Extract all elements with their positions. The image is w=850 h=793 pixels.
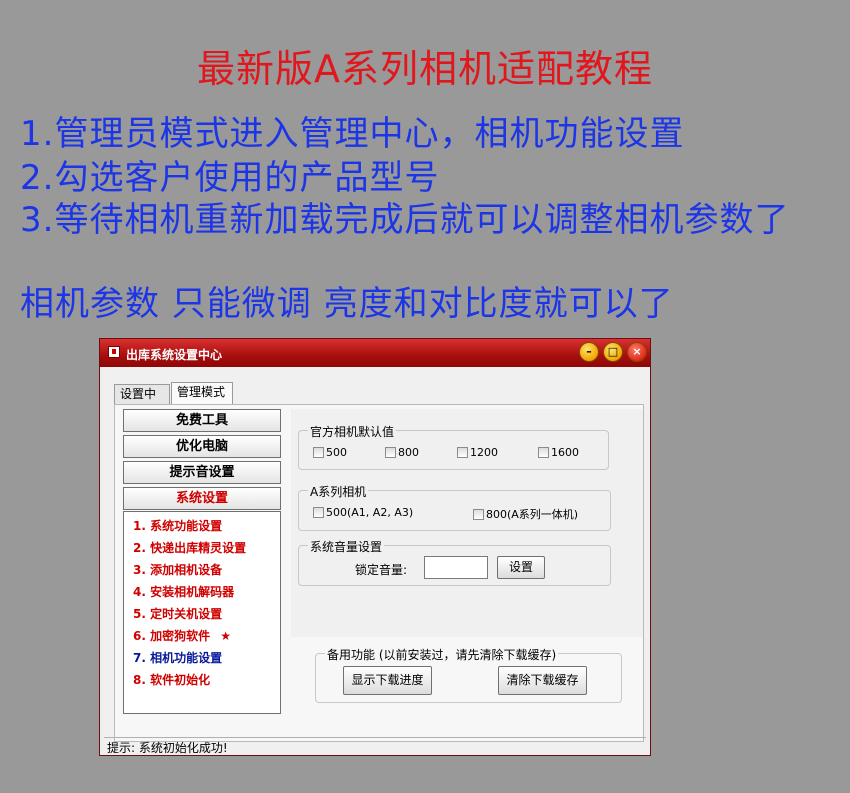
settings-window: 出库系统设置中心 – □ × 设置中心 管理模式 免费工具 优化电脑 提示音设置… — [99, 338, 651, 756]
system-volume-group: 系统音量设置 锁定音量: 设置 — [298, 538, 611, 586]
checkbox-1200[interactable]: 1200 — [457, 446, 498, 459]
checkbox-icon — [457, 447, 468, 458]
step-1: 1.管理员模式进入管理中心，相机功能设置 — [20, 114, 685, 154]
lock-volume-label: 锁定音量: — [355, 563, 408, 577]
headline: 最新版A系列相机适配教程 — [197, 47, 653, 91]
title-bar[interactable]: 出库系统设置中心 – □ × — [100, 339, 650, 367]
checkbox-a-500[interactable]: 500(A1, A2, A3) — [313, 506, 413, 519]
admin-panel: 免费工具 优化电脑 提示音设置 系统设置 1. 系统功能设置 2. 快递出库精灵… — [114, 404, 644, 742]
list-item-camera-settings[interactable]: 7. 相机功能设置 — [133, 649, 222, 666]
status-divider — [104, 737, 646, 738]
checkbox-icon — [313, 447, 324, 458]
show-download-progress-button[interactable]: 显示下载进度 — [343, 666, 432, 695]
checkbox-800[interactable]: 800 — [385, 446, 419, 459]
group-title: A系列相机 — [308, 483, 369, 500]
window-title: 出库系统设置中心 — [126, 348, 223, 362]
system-settings-button[interactable]: 系统设置 — [123, 487, 281, 510]
free-tools-button[interactable]: 免费工具 — [123, 409, 281, 432]
group-title: 备用功能 (以前安装过，请先清除下载缓存) — [325, 646, 559, 663]
backup-functions-group: 备用功能 (以前安装过，请先清除下载缓存) 显示下载进度 清除下载缓存 — [315, 646, 622, 703]
status-bar: 提示: 系统初始化成功! — [107, 741, 228, 755]
list-item-label: 6. 加密狗软件 — [133, 629, 211, 643]
checkbox-icon — [313, 507, 324, 518]
clear-download-cache-button[interactable]: 清除下载缓存 — [498, 666, 587, 695]
group-title: 系统音量设置 — [308, 538, 385, 555]
maximize-button[interactable]: □ — [603, 342, 623, 362]
checkbox-icon — [538, 447, 549, 458]
a-series-camera-group: A系列相机 500(A1, A2, A3) 800(A系列一体机) — [298, 483, 611, 531]
checkbox-1600[interactable]: 1600 — [538, 446, 579, 459]
set-volume-button[interactable]: 设置 — [497, 556, 545, 579]
checkbox-icon — [385, 447, 396, 458]
camera-note: 相机参数 只能微调 亮度和对比度就可以了 — [20, 284, 674, 324]
app-icon — [108, 346, 120, 358]
sound-settings-button[interactable]: 提示音设置 — [123, 461, 281, 484]
list-item[interactable]: 1. 系统功能设置 — [133, 517, 222, 534]
tab-admin-mode[interactable]: 管理模式 — [171, 382, 233, 404]
list-item[interactable]: 3. 添加相机设备 — [133, 561, 222, 578]
group-title: 官方相机默认值 — [308, 423, 397, 440]
step-3: 3.等待相机重新加载完成后就可以调整相机参数了 — [20, 200, 790, 240]
checkbox-a-800[interactable]: 800(A系列一体机) — [473, 506, 578, 522]
list-item[interactable]: 8. 软件初始化 — [133, 671, 210, 688]
list-item[interactable]: 5. 定时关机设置 — [133, 605, 222, 622]
list-item-dongle[interactable]: 6. 加密狗软件 ★ — [133, 627, 231, 644]
tab-settings-center[interactable]: 设置中心 — [114, 384, 170, 419]
list-item[interactable]: 2. 快递出库精灵设置 — [133, 539, 246, 556]
system-settings-list: 1. 系统功能设置 2. 快递出库精灵设置 3. 添加相机设备 4. 安装相机解… — [123, 511, 281, 714]
settings-area: 官方相机默认值 500 800 1200 1600 A系列相机 500(A1, … — [291, 409, 643, 637]
list-item[interactable]: 4. 安装相机解码器 — [133, 583, 234, 600]
close-button[interactable]: × — [627, 342, 647, 362]
optimize-pc-button[interactable]: 优化电脑 — [123, 435, 281, 458]
checkbox-500[interactable]: 500 — [313, 446, 347, 459]
checkbox-icon — [473, 509, 484, 520]
volume-input[interactable] — [424, 556, 488, 579]
star-icon: ★ — [220, 629, 232, 643]
minimize-button[interactable]: – — [579, 342, 599, 362]
window-client: 设置中心 管理模式 免费工具 优化电脑 提示音设置 系统设置 1. 系统功能设置… — [104, 367, 646, 755]
official-camera-group: 官方相机默认值 500 800 1200 1600 — [298, 423, 609, 470]
